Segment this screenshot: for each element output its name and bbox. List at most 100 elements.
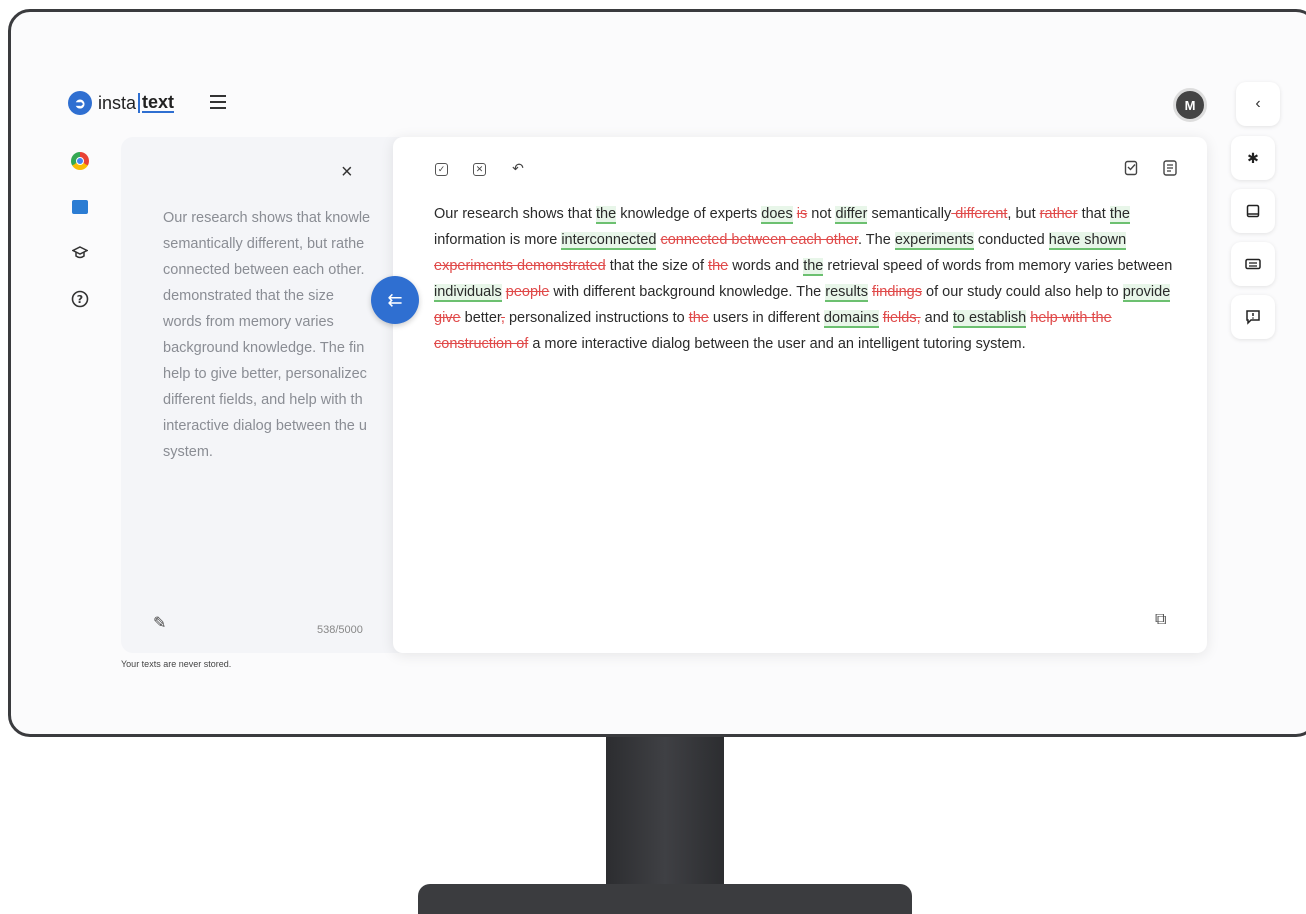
svg-text:?: ? bbox=[77, 293, 83, 306]
output-text[interactable]: Our research shows that the knowledge of… bbox=[434, 201, 1176, 357]
keyboard-shortcuts-button[interactable] bbox=[1231, 242, 1275, 286]
deleted-word[interactable]: findings bbox=[872, 284, 922, 300]
plain-text: personalized instructions to bbox=[504, 310, 689, 326]
close-icon: × bbox=[341, 161, 353, 183]
plain-text: and bbox=[920, 310, 953, 326]
review-changes-button[interactable] bbox=[1123, 159, 1141, 177]
input-panel: × Our research shows that knowle semanti… bbox=[121, 137, 411, 653]
monitor-frame: ➲ insta text M ‹ ? × Our research shows … bbox=[8, 9, 1306, 737]
word-icon bbox=[72, 200, 88, 214]
app-screen: ➲ insta text M ‹ ? × Our research shows … bbox=[11, 12, 1306, 734]
deleted-word[interactable]: fields, bbox=[883, 310, 921, 326]
output-panel: ✓ ✕ ↶ Our research shows that the knowle… bbox=[393, 137, 1207, 653]
document-lines-icon bbox=[1163, 160, 1177, 176]
collapse-sidebar-button[interactable]: ‹ bbox=[1236, 82, 1280, 126]
inserted-word[interactable]: the bbox=[596, 206, 617, 224]
deleted-word[interactable]: rather bbox=[1040, 206, 1078, 222]
checkbox-checked-icon: ✓ bbox=[437, 164, 446, 174]
inserted-word[interactable]: experiments bbox=[894, 232, 974, 250]
left-sidebar: ? bbox=[63, 144, 97, 328]
keyboard-icon bbox=[1245, 258, 1261, 270]
inserted-word[interactable]: have shown bbox=[1048, 232, 1127, 250]
plain-text: that the size of bbox=[605, 258, 709, 274]
inserted-word[interactable]: interconnected bbox=[561, 232, 657, 250]
logo-wordmark: insta text bbox=[98, 92, 175, 114]
plain-text: knowledge of experts bbox=[616, 206, 762, 222]
deleted-word[interactable]: connected between each other bbox=[660, 232, 858, 248]
undo-button[interactable]: ↶ bbox=[509, 159, 527, 177]
checkbox-x-icon: ✕ bbox=[475, 164, 484, 174]
hamburger-menu-icon[interactable] bbox=[210, 95, 226, 109]
inserted-word[interactable]: does bbox=[761, 206, 793, 224]
deleted-word[interactable]: is bbox=[797, 206, 807, 222]
apply-to-input-button[interactable]: ⇇ bbox=[371, 276, 419, 324]
monitor-stand-neck bbox=[606, 737, 724, 899]
reject-all-button[interactable]: ✕ bbox=[473, 163, 486, 176]
chrome-extension-button[interactable] bbox=[63, 144, 97, 178]
help-button[interactable]: ? bbox=[63, 282, 97, 316]
plain-text: with different background knowledge. The bbox=[549, 284, 826, 300]
inserted-word[interactable]: domains bbox=[823, 310, 879, 328]
arrow-left-icon: ⇇ bbox=[387, 289, 403, 310]
pencil-icon: ✎ bbox=[153, 615, 167, 632]
inserted-word[interactable]: results bbox=[825, 284, 868, 302]
deleted-word[interactable]: people bbox=[506, 284, 550, 300]
settings-button[interactable]: ✱ bbox=[1231, 136, 1275, 180]
help-circle-icon: ? bbox=[71, 290, 89, 308]
deleted-word[interactable]: different bbox=[951, 206, 1007, 222]
privacy-note: Your texts are never stored. bbox=[121, 659, 232, 669]
word-addin-button[interactable] bbox=[63, 190, 97, 224]
plain-text: not bbox=[807, 206, 836, 222]
plain-text: semantically bbox=[867, 206, 952, 222]
inserted-word[interactable]: the bbox=[803, 258, 824, 276]
chevron-left-icon: ‹ bbox=[1255, 95, 1261, 112]
learning-button[interactable] bbox=[63, 236, 97, 270]
feedback-button[interactable] bbox=[1231, 295, 1275, 339]
dictionary-button[interactable] bbox=[1231, 189, 1275, 233]
brand-suffix: text bbox=[142, 92, 175, 113]
edit-button[interactable]: ✎ bbox=[153, 613, 166, 633]
character-counter: 538/5000 bbox=[317, 624, 363, 636]
deleted-word[interactable]: experiments demonstrated bbox=[434, 258, 606, 274]
plain-text: words and bbox=[728, 258, 804, 274]
gear-icon: ✱ bbox=[1247, 149, 1259, 166]
inserted-word[interactable]: differ bbox=[835, 206, 868, 224]
deleted-word[interactable]: give bbox=[434, 310, 461, 326]
copy-button[interactable]: ⧉ bbox=[1155, 611, 1166, 629]
book-icon bbox=[1246, 204, 1260, 218]
plain-text: retrieval speed of words from memory var… bbox=[823, 258, 1173, 274]
deleted-word[interactable]: the bbox=[689, 310, 709, 326]
deleted-word[interactable]: the bbox=[708, 258, 728, 274]
notes-button[interactable] bbox=[1161, 159, 1179, 177]
undo-icon: ↶ bbox=[512, 159, 524, 176]
inserted-word[interactable]: to establish bbox=[952, 310, 1027, 328]
plain-text: Our research shows that bbox=[434, 206, 596, 222]
plain-text: users in different bbox=[708, 310, 824, 326]
plain-text: that bbox=[1077, 206, 1110, 222]
plain-text: a more interactive dialog between the us… bbox=[528, 336, 1026, 352]
app-logo[interactable]: ➲ insta text bbox=[68, 91, 175, 115]
right-toolbar: ✱ bbox=[1231, 136, 1277, 348]
logo-mark-icon: ➲ bbox=[68, 91, 92, 115]
plain-text: , but bbox=[1007, 206, 1040, 222]
checklist-icon bbox=[1124, 160, 1138, 176]
plain-text: conducted bbox=[973, 232, 1049, 248]
plain-text: better bbox=[460, 310, 501, 326]
plain-text: information is more bbox=[434, 232, 562, 248]
feedback-icon bbox=[1246, 310, 1260, 325]
clear-input-button[interactable]: × bbox=[341, 161, 353, 184]
copy-icon: ⧉ bbox=[1155, 611, 1167, 628]
monitor-stand-base bbox=[418, 884, 912, 914]
inserted-word[interactable]: provide bbox=[1122, 284, 1171, 302]
input-textarea[interactable]: Our research shows that knowle semantica… bbox=[163, 205, 395, 465]
inserted-word[interactable]: the bbox=[1109, 206, 1130, 224]
plain-text: . The bbox=[858, 232, 895, 248]
chrome-icon bbox=[71, 152, 89, 170]
brand-divider bbox=[138, 93, 141, 113]
user-avatar[interactable]: M bbox=[1173, 88, 1207, 122]
graduation-cap-icon bbox=[72, 246, 88, 259]
inserted-word[interactable]: individuals bbox=[434, 284, 502, 302]
plain-text: of our study could also help to bbox=[921, 284, 1123, 300]
accept-all-button[interactable]: ✓ bbox=[435, 163, 448, 176]
brand-prefix: insta bbox=[98, 92, 137, 113]
